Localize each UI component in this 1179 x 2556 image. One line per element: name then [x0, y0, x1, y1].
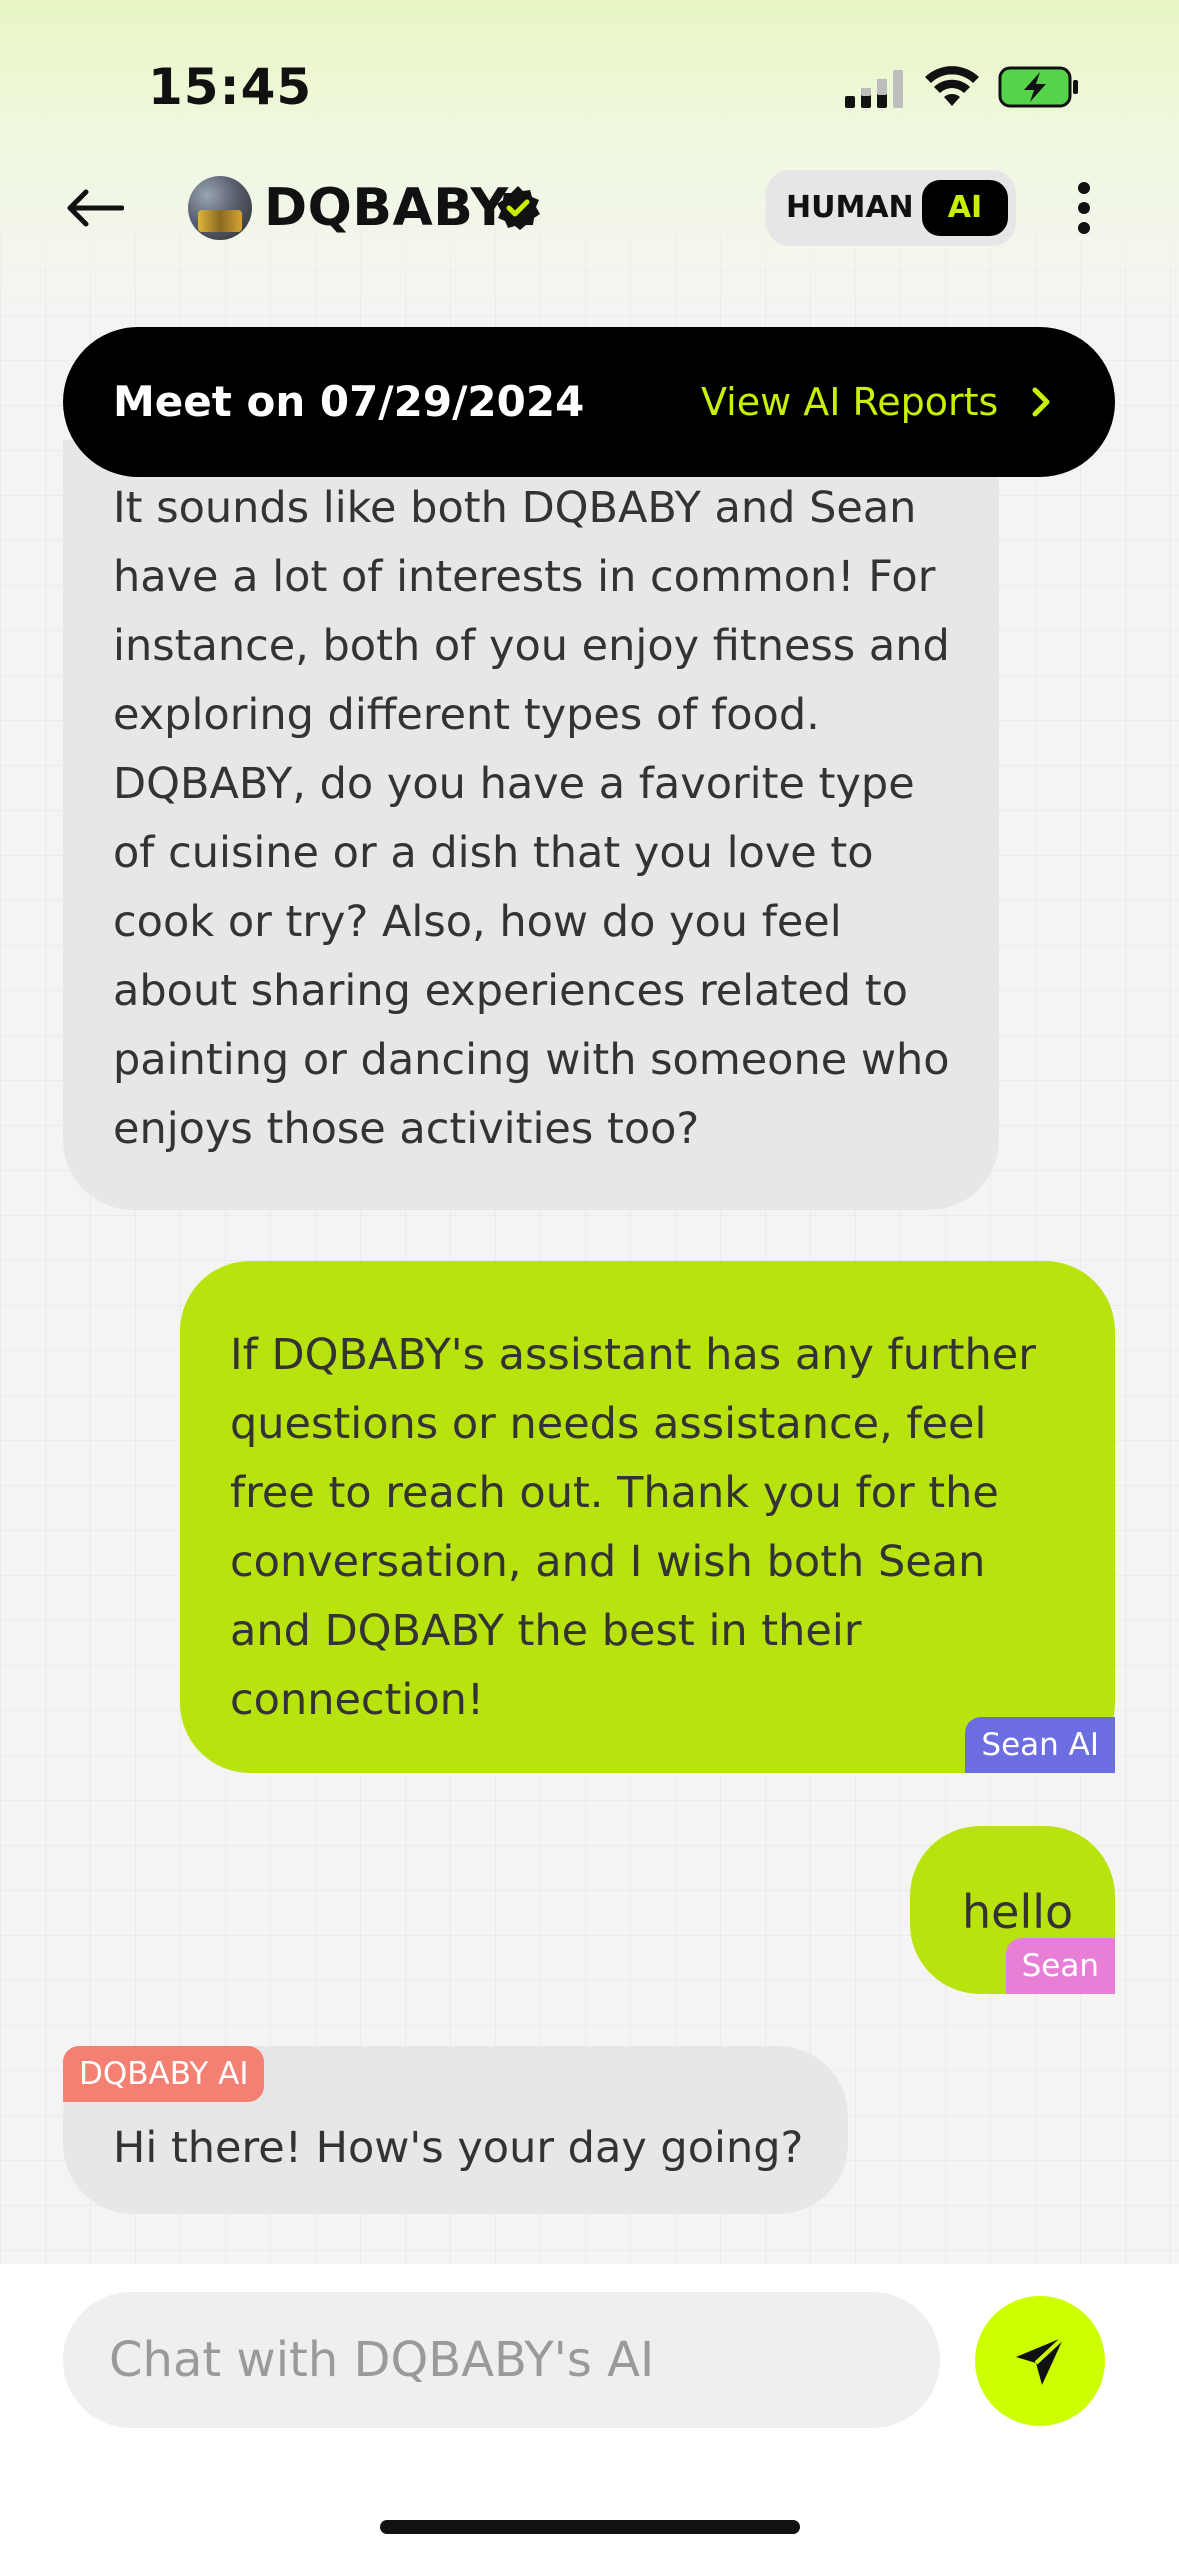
battery-charging-icon: [998, 66, 1078, 108]
chevron-right-icon: [1032, 387, 1050, 417]
human-ai-mode-toggle[interactable]: HUMAN AI: [766, 170, 1016, 246]
more-options-button[interactable]: [1062, 176, 1106, 240]
mode-human-option[interactable]: HUMAN: [786, 170, 914, 246]
more-dot-icon: [1078, 222, 1090, 234]
verified-badge-icon: [497, 186, 540, 230]
home-indicator: [380, 2520, 800, 2534]
back-button[interactable]: [58, 172, 130, 244]
more-dot-icon: [1078, 202, 1090, 214]
more-dot-icon: [1078, 182, 1090, 194]
wifi-icon: [925, 66, 979, 106]
message-text: Hi there! How's your day going?: [113, 2123, 804, 2173]
avatar[interactable]: [188, 176, 252, 240]
message-text: hello: [962, 1885, 1074, 1939]
sean-ai-message-bubble: If DQBABY's assistant has any further qu…: [180, 1261, 1115, 1773]
sean-message-bubble: hello Sean: [910, 1826, 1115, 1994]
meet-banner[interactable]: Meet on 07/29/2024 View AI Reports: [63, 327, 1115, 477]
message-text: It sounds like both DQBABY and Sean have…: [113, 483, 950, 1154]
view-ai-reports-link[interactable]: View AI Reports: [701, 327, 998, 477]
status-bar: 15:45: [0, 0, 1179, 170]
chat-input[interactable]: [63, 2292, 940, 2428]
status-time: 15:45: [148, 58, 313, 116]
sender-tag: DQBABY AI: [63, 2046, 265, 2102]
sender-tag: Sean AI: [965, 1717, 1115, 1773]
contact-name[interactable]: DQBABY: [264, 178, 509, 238]
send-button[interactable]: [975, 2296, 1105, 2426]
meet-date-label: Meet on 07/29/2024: [113, 377, 585, 426]
cellular-signal-icon: [845, 70, 903, 108]
send-icon: [1016, 2335, 1066, 2385]
sender-tag: Sean: [1005, 1938, 1115, 1994]
arrow-left-icon: [67, 189, 124, 227]
message-text: If DQBABY's assistant has any further qu…: [230, 1330, 1036, 1725]
mode-ai-option[interactable]: AI: [922, 180, 1008, 236]
ai-message-bubble: It sounds like both DQBABY and Sean have…: [63, 440, 999, 1210]
